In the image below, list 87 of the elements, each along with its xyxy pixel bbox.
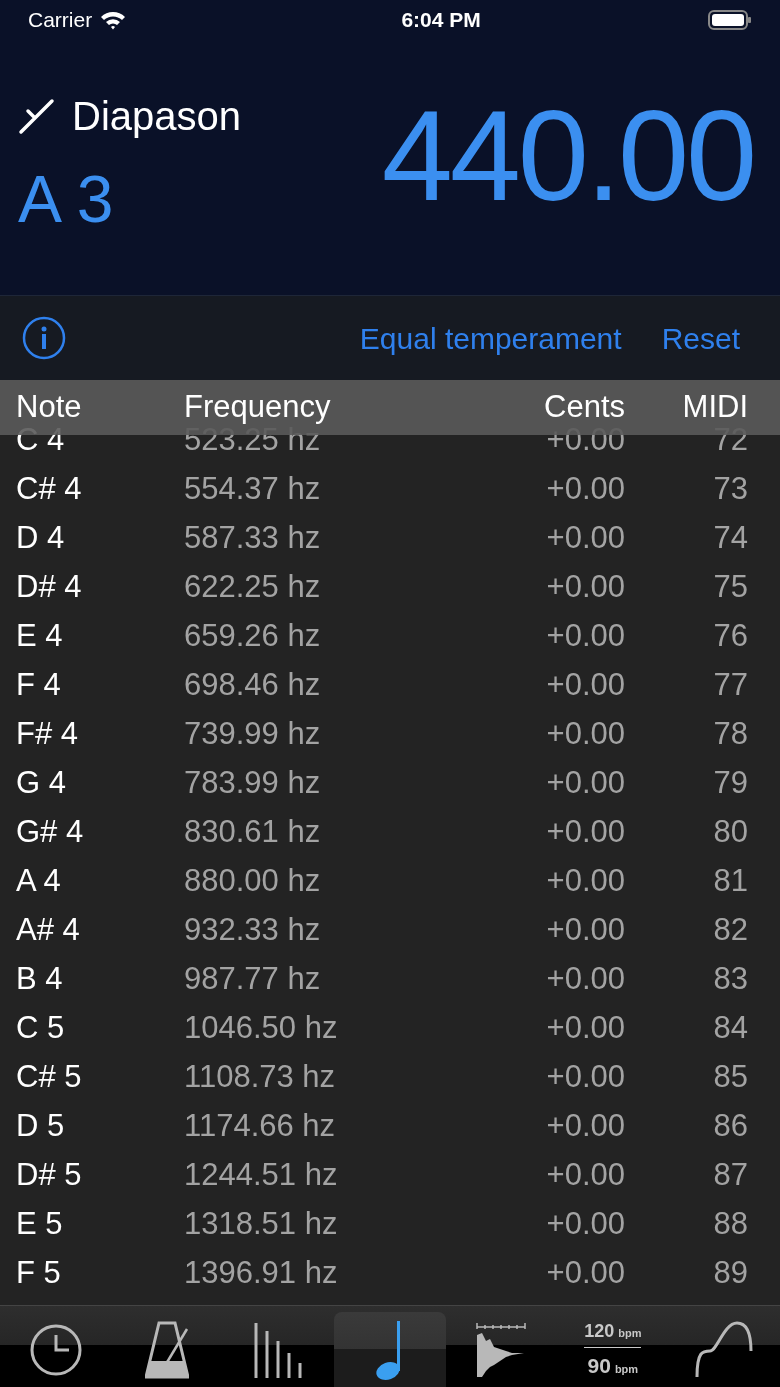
note-cell-text: F 4 bbox=[15, 666, 62, 705]
cents-cell-text: +0.00 bbox=[545, 862, 625, 901]
midi-cell-text: 84 bbox=[712, 1009, 749, 1048]
battery-icon bbox=[708, 9, 752, 31]
frequency-cell-text: 1396.91 hz bbox=[184, 1254, 339, 1293]
cents-cell-text: +0.00 bbox=[545, 617, 625, 656]
tab-button[interactable] bbox=[334, 1312, 446, 1387]
cents-cell-text: +0.00 bbox=[545, 1009, 625, 1048]
note-cell-text: E 5 bbox=[15, 1205, 64, 1244]
temperament-button[interactable]: Equal temperament bbox=[359, 315, 622, 361]
waveform-icon bbox=[476, 1320, 527, 1379]
frequency-cell-text: 830.61 hz bbox=[184, 813, 322, 852]
midi-cell-text: 83 bbox=[712, 960, 749, 999]
reference-frequency: 440.00 bbox=[381, 92, 754, 220]
midi-cell-text: 77 bbox=[712, 666, 749, 705]
midi-cell-text: 85 bbox=[712, 1058, 749, 1097]
frequency-cell-text: 1108.73 hz bbox=[184, 1058, 337, 1097]
frequency-cell-text: 1244.51 hz bbox=[184, 1156, 339, 1195]
midi-cell-text: 82 bbox=[712, 911, 749, 950]
cents-cell-text: +0.00 bbox=[545, 1205, 625, 1244]
frequency-cell-text: 880.00 hz bbox=[184, 862, 322, 901]
midi-cell-text: 86 bbox=[712, 1107, 749, 1146]
midi-cell-text: 87 bbox=[712, 1156, 749, 1195]
frequency-cell-text: 783.99 hz bbox=[184, 764, 322, 803]
cents-cell-text: +0.00 bbox=[545, 764, 625, 803]
note-cell-text: F# 4 bbox=[15, 715, 80, 754]
frequency-cell-text: 1174.66 hz bbox=[184, 1107, 337, 1146]
note-cell-text: D 4 bbox=[15, 519, 66, 558]
wifi-icon bbox=[100, 10, 127, 30]
carrier-label: Carrier bbox=[28, 7, 93, 34]
midi-cell-text: 79 bbox=[712, 764, 749, 803]
frequency-cell-text: 932.33 hz bbox=[184, 911, 322, 950]
cents-cell-text: +0.00 bbox=[545, 666, 625, 705]
frequency-cell-text: 1318.51 hz bbox=[184, 1205, 339, 1244]
note-cell-text: A 4 bbox=[15, 862, 62, 901]
metronome-icon bbox=[145, 1320, 190, 1379]
frequency-cell-text: 698.46 hz bbox=[184, 666, 322, 705]
midi-cell-text: 76 bbox=[712, 617, 749, 656]
cents-cell-text: +0.00 bbox=[545, 519, 625, 558]
frequency-cell-text: 587.33 hz bbox=[184, 519, 322, 558]
cents-cell-text: +0.00 bbox=[545, 568, 625, 607]
cents-cell-text: +0.00 bbox=[545, 715, 625, 754]
cents-cell-text: +0.00 bbox=[545, 470, 625, 509]
frequency-cell-text: 739.99 hz bbox=[184, 715, 322, 754]
app-title: Diapason bbox=[72, 93, 241, 140]
cents-cell-text: +0.00 bbox=[545, 911, 625, 950]
reset-button[interactable]: Reset bbox=[661, 315, 740, 361]
info-icon[interactable] bbox=[22, 316, 66, 360]
frequency-cell-text: 622.25 hz bbox=[184, 568, 322, 607]
note-cell-text: F 5 bbox=[15, 1254, 62, 1293]
frequency-cell-text: 659.26 hz bbox=[184, 617, 322, 656]
midi-cell-text: 88 bbox=[712, 1205, 749, 1244]
cents-cell-text: +0.00 bbox=[545, 960, 625, 999]
note-cell-text: E 4 bbox=[15, 617, 64, 656]
cents-cell-text: +0.00 bbox=[545, 813, 625, 852]
note-cell-text: C# 5 bbox=[15, 1058, 83, 1097]
note-cell-text: C# 4 bbox=[15, 470, 83, 509]
clock-time: 6:04 PM bbox=[401, 7, 481, 34]
cents-cell-text: +0.00 bbox=[545, 1254, 625, 1293]
cents-cell-text: +0.00 bbox=[545, 1156, 625, 1195]
note-cell-text: A# 4 bbox=[15, 911, 81, 950]
frequency-cell-text: 554.37 hz bbox=[184, 470, 322, 509]
midi-cell-text: 73 bbox=[712, 470, 749, 509]
note-cell-text: C 5 bbox=[15, 1009, 66, 1048]
cents-cell-text: +0.00 bbox=[545, 1058, 625, 1097]
current-note: A 3 bbox=[18, 166, 115, 232]
midi-cell-text: 81 bbox=[712, 862, 749, 901]
note-cell-text: D 5 bbox=[15, 1107, 66, 1146]
bar-graph-icon bbox=[252, 1320, 305, 1379]
note-cell-text: G 4 bbox=[15, 764, 67, 803]
note-cell-text: B 4 bbox=[15, 960, 64, 999]
midi-cell-text: 78 bbox=[712, 715, 749, 754]
cents-cell-text: +0.00 bbox=[545, 1107, 625, 1146]
midi-cell-text: 75 bbox=[712, 568, 749, 607]
note-cell-text: D# 4 bbox=[15, 568, 83, 607]
tuning-fork-icon bbox=[18, 97, 56, 135]
column-header: Frequency bbox=[184, 388, 332, 427]
midi-cell-text: 74 bbox=[712, 519, 749, 558]
midi-cell-text: 80 bbox=[712, 813, 749, 852]
tab-button[interactable]: 120 bpm 90 bpm bbox=[557, 1312, 669, 1387]
frequency-cell-text: 1046.50 hz bbox=[184, 1009, 339, 1048]
note-cell-text: G# 4 bbox=[15, 813, 85, 852]
note-cell-text: D# 5 bbox=[15, 1156, 83, 1195]
frequency-cell-text: 987.77 hz bbox=[184, 960, 322, 999]
sine-wave-icon bbox=[695, 1320, 754, 1379]
midi-cell-text: 89 bbox=[712, 1254, 749, 1293]
clock-icon bbox=[28, 1322, 83, 1377]
